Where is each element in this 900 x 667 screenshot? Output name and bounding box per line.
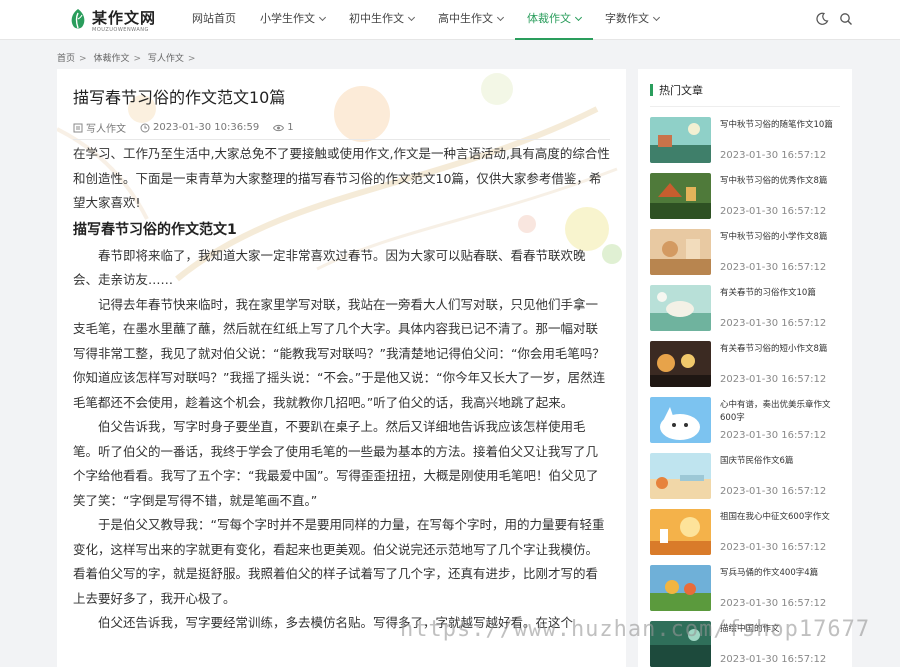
hot-article-date: 2023-01-30 16:57:12 xyxy=(720,486,827,497)
article-thumbnail xyxy=(650,117,711,163)
hot-article-date: 2023-01-30 16:57:12 xyxy=(720,542,827,553)
leaf-logo-icon xyxy=(71,9,85,29)
moon-icon[interactable] xyxy=(815,12,829,26)
clock-icon xyxy=(140,123,150,132)
article-title: 描写春节习俗的作文范文10篇 xyxy=(73,88,286,107)
nav-senior-high-label: 高中生作文 xyxy=(438,12,493,25)
breadcrumb-home[interactable]: 首页 xyxy=(57,54,75,64)
hot-article-item[interactable]: 有关春节习俗的短小作文8篇 2023-01-30 16:57:12 xyxy=(650,341,846,389)
nav-home-label: 网站首页 xyxy=(192,12,236,25)
eye-icon xyxy=(273,124,285,131)
meta-datetime-label: 2023-01-30 10:36:59 xyxy=(153,122,260,133)
chevron-down-icon xyxy=(652,13,661,22)
hot-article-title: 写兵马俑的作文400字4篇 xyxy=(720,568,819,578)
hot-article-date: 2023-01-30 16:57:12 xyxy=(720,430,827,441)
hot-article-item[interactable]: 写兵马俑的作文400字4篇 2023-01-30 16:57:12 xyxy=(650,565,846,613)
watermark-text: https://www.huzhan.com/fshop17677 xyxy=(400,617,871,642)
heading-accent-bar xyxy=(650,84,653,96)
hot-article-item[interactable]: 写中秋节习俗的随笔作文10篇 2023-01-30 16:57:12 xyxy=(650,117,846,165)
nav-genre[interactable]: 体裁作文 xyxy=(515,0,593,40)
article-paragraph: 于是伯父又教导我：“写每个字时并不是要用同样的力量，在写每个字时，用的力量要有轻… xyxy=(73,517,605,606)
article-paragraph: 记得去年春节快来临时，我在家里学写对联，我站在一旁看大人们写对联，只见他们手拿一… xyxy=(73,296,606,410)
article-thumbnail xyxy=(650,229,711,275)
hot-article-date: 2023-01-30 16:57:12 xyxy=(720,150,827,161)
hot-article-title: 写中秋节习俗的随笔作文10篇 xyxy=(720,120,833,130)
chevron-down-icon xyxy=(318,13,327,22)
nav-home[interactable]: 网站首页 xyxy=(180,0,248,40)
nav-senior-high[interactable]: 高中生作文 xyxy=(426,0,515,40)
hot-article-date: 2023-01-30 16:57:12 xyxy=(720,654,827,665)
main-nav: 网站首页 小学生作文 初中生作文 高中生作文 体裁作文 字数作文 xyxy=(180,0,671,40)
article-thumbnail xyxy=(650,453,711,499)
hot-article-date: 2023-01-30 16:57:12 xyxy=(720,598,827,609)
hot-article-date: 2023-01-30 16:57:12 xyxy=(720,318,827,329)
breadcrumb-separator: > xyxy=(133,54,141,64)
breadcrumb-separator: > xyxy=(79,54,87,64)
search-icon[interactable] xyxy=(839,12,853,26)
article-thumbnail xyxy=(650,173,711,219)
section-heading: 描写春节习俗的作文范文1 xyxy=(73,221,237,238)
meta-views-count: 1 xyxy=(287,122,294,133)
hot-article-item[interactable]: 国庆节民俗作文6篇 2023-01-30 16:57:12 xyxy=(650,453,846,501)
meta-views: 1 xyxy=(273,122,294,133)
nav-word-count-label: 字数作文 xyxy=(605,12,649,25)
hot-article-item[interactable]: 心中有谱，奏出优美乐章作文600字 2023-01-30 16:57:12 xyxy=(650,397,846,445)
article-thumbnail xyxy=(650,397,711,443)
article-content: 在学习、工作乃至生活中,大家总免不了要接触或使用作文,作文是一种言语活动,具有高… xyxy=(73,142,610,636)
article-thumbnail xyxy=(650,509,711,555)
hot-article-title: 有关春节的习俗作文10篇 xyxy=(720,288,816,298)
site-header: 某作文网 MOUZUOWENWANG 网站首页 小学生作文 初中生作文 高中生作… xyxy=(0,0,900,40)
hot-article-title: 写中秋节习俗的小学作文8篇 xyxy=(720,232,828,242)
article-meta: 写人作文 2023-01-30 10:36:59 1 xyxy=(73,120,308,135)
sidebar-divider xyxy=(650,106,840,107)
nav-word-count[interactable]: 字数作文 xyxy=(593,0,671,40)
breadcrumb-separator: > xyxy=(187,54,196,64)
sidebar-title: 热门文章 xyxy=(659,84,703,97)
hot-article-date: 2023-01-30 16:57:12 xyxy=(720,206,827,217)
nav-genre-label: 体裁作文 xyxy=(527,12,571,25)
hot-article-date: 2023-01-30 16:57:12 xyxy=(720,374,827,385)
hot-article-item[interactable]: 有关春节的习俗作文10篇 2023-01-30 16:57:12 xyxy=(650,285,846,333)
meta-category[interactable]: 写人作文 xyxy=(73,120,126,135)
site-subtitle: MOUZUOWENWANG xyxy=(92,27,149,33)
sidebar-heading: 热门文章 xyxy=(650,82,703,98)
article-thumbnail xyxy=(650,341,711,387)
article-paragraph: 伯父告诉我，写字时身子要坐直，不要趴在桌子上。然后又详细地告诉我应该怎样使用毛笔… xyxy=(73,419,599,508)
article-thumbnail xyxy=(650,565,711,611)
hot-article-title: 祖国在我心中征文600字作文 xyxy=(720,512,830,522)
title-divider xyxy=(73,139,610,140)
hot-article-item[interactable]: 写中秋节习俗的小学作文8篇 2023-01-30 16:57:12 xyxy=(650,229,846,277)
hot-article-item[interactable]: 写中秋节习俗的优秀作文8篇 2023-01-30 16:57:12 xyxy=(650,173,846,221)
breadcrumb-category[interactable]: 写人作文 xyxy=(148,54,184,64)
nav-junior-high[interactable]: 初中生作文 xyxy=(337,0,426,40)
article-card: 描写春节习俗的作文范文10篇 写人作文 2023-01-30 10:36:59 … xyxy=(57,69,626,667)
hot-article-title: 心中有谱，奏出优美乐章作文600字 xyxy=(720,400,831,423)
chevron-down-icon xyxy=(496,13,505,22)
hot-article-date: 2023-01-30 16:57:12 xyxy=(720,262,827,273)
hot-article-title: 有关春节习俗的短小作文8篇 xyxy=(720,344,828,354)
site-name: 某作文网 xyxy=(92,9,157,27)
hot-articles-sidebar: 热门文章 写中秋节习俗的随笔作文10篇 2023-01-30 16:57:12 … xyxy=(638,69,852,667)
meta-category-label: 写人作文 xyxy=(86,124,126,135)
article-thumbnail xyxy=(650,285,711,331)
category-icon xyxy=(73,123,83,132)
site-logo[interactable]: 某作文网 MOUZUOWENWANG xyxy=(68,6,168,36)
nav-junior-high-label: 初中生作文 xyxy=(349,12,404,25)
nav-primary-school-label: 小学生作文 xyxy=(260,12,315,25)
article-paragraph: 春节即将来临了，我知道大家一定非常喜欢过春节。因为大家可以贴春联、看春节联欢晚会… xyxy=(73,247,586,288)
chevron-down-icon xyxy=(574,13,583,22)
breadcrumb: 首页 > 体裁作文 > 写人作文 > xyxy=(57,51,199,64)
breadcrumb-genre[interactable]: 体裁作文 xyxy=(93,54,129,64)
chevron-down-icon xyxy=(407,13,416,22)
article-intro: 在学习、工作乃至生活中,大家总免不了要接触或使用作文,作文是一种言语活动,具有高… xyxy=(73,146,610,210)
hot-article-item[interactable]: 祖国在我心中征文600字作文 2023-01-30 16:57:12 xyxy=(650,509,846,557)
nav-primary-school[interactable]: 小学生作文 xyxy=(248,0,337,40)
hot-article-title: 国庆节民俗作文6篇 xyxy=(720,456,794,466)
hot-article-title: 写中秋节习俗的优秀作文8篇 xyxy=(720,176,828,186)
meta-datetime: 2023-01-30 10:36:59 xyxy=(140,122,259,133)
